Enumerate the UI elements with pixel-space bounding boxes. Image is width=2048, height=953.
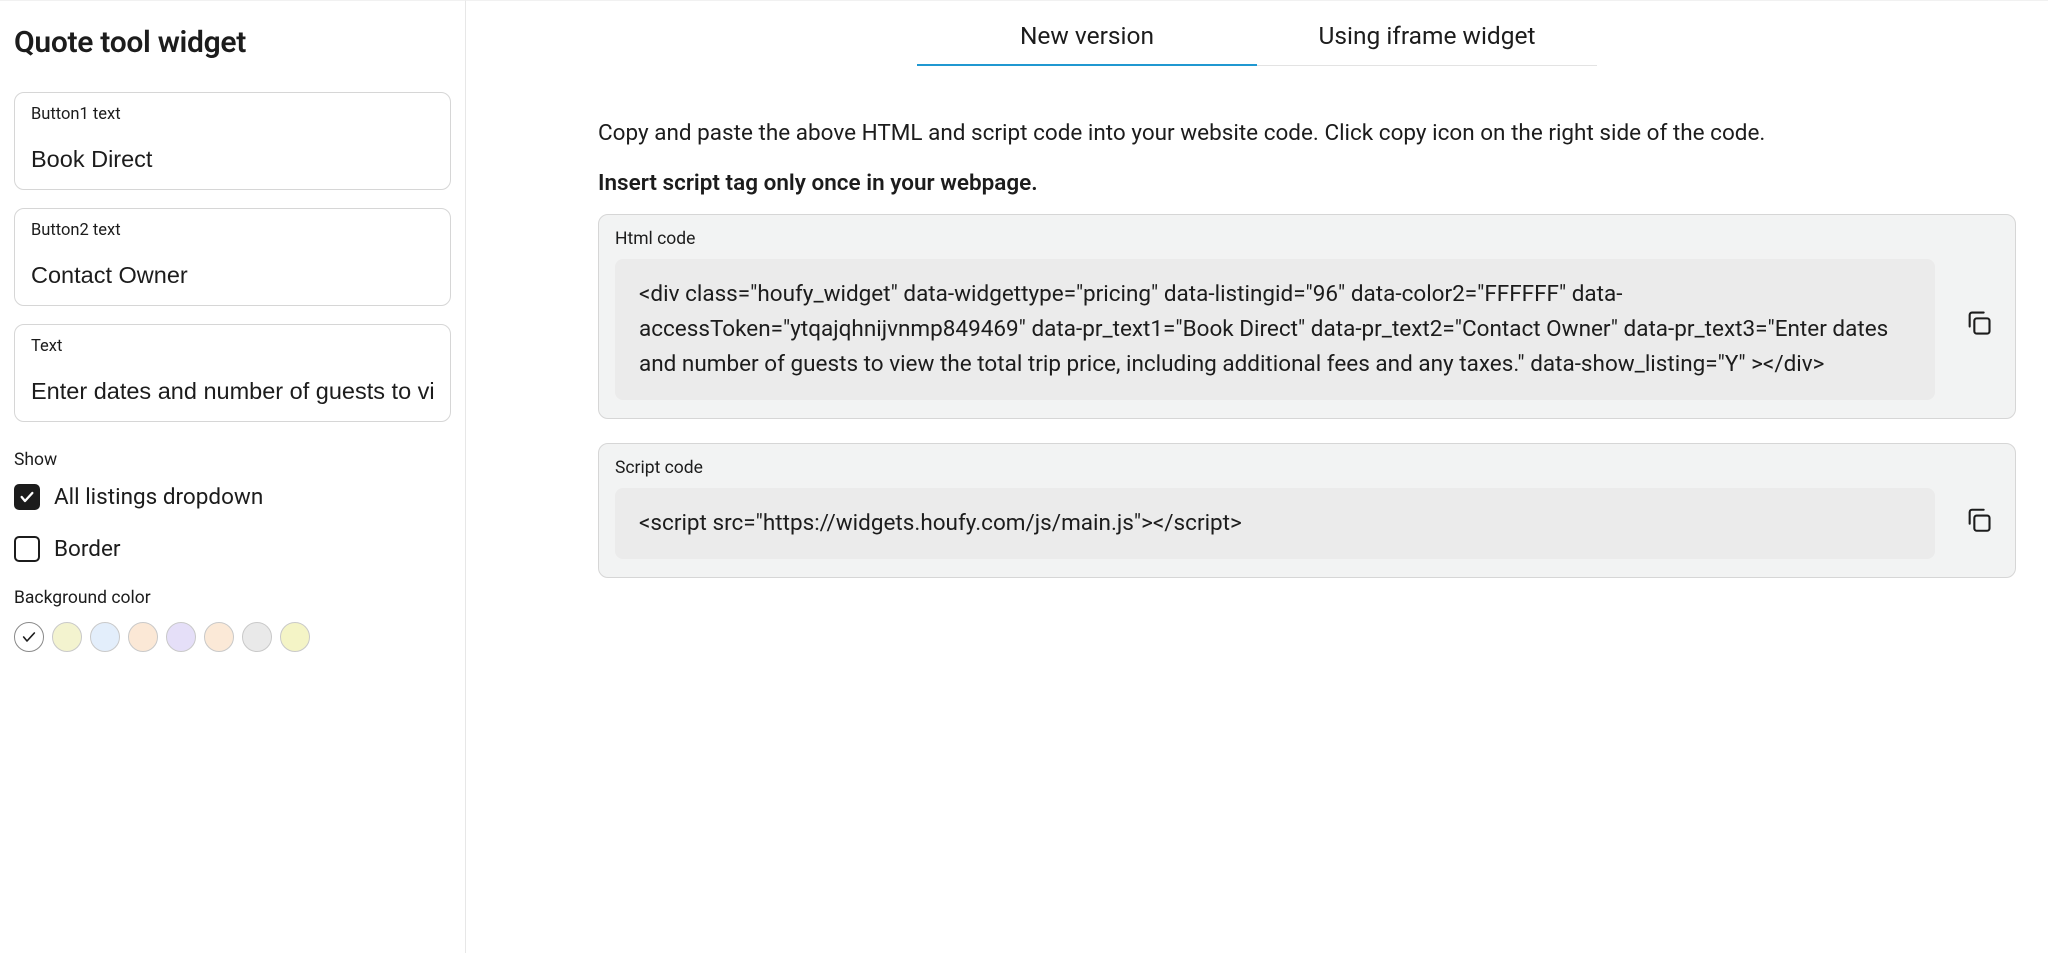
bg-color-label: Background color [14,588,451,608]
copy-icon [1965,506,1993,534]
html-code-label: Html code [615,229,1999,249]
button2-text-group: Button2 text [14,208,451,306]
tab-new-version[interactable]: New version [917,21,1257,66]
check-icon [21,629,37,645]
button2-input[interactable] [31,262,434,289]
color-swatch-0[interactable] [14,622,44,652]
copy-icon [1965,309,1993,337]
button1-input[interactable] [31,146,434,173]
instructions-text: Copy and paste the above HTML and script… [480,120,2034,146]
html-code-card: Html code <div class="houfy_widget" data… [598,214,2016,419]
script-code-box: <script src="https://widgets.houfy.com/j… [615,488,1935,559]
tabs: New versionUsing iframe widget [480,21,2034,66]
border-row: Border [14,536,451,562]
show-label: Show [14,450,451,470]
all-listings-label: All listings dropdown [54,484,263,510]
button1-label: Button1 text [31,105,434,124]
html-code-box: <div class="houfy_widget" data-widgettyp… [615,259,1935,400]
color-swatch-row [14,622,451,652]
text-label: Text [31,337,434,356]
button2-label: Button2 text [31,221,434,240]
copy-html-button[interactable] [1963,307,1995,339]
color-swatch-7[interactable] [280,622,310,652]
script-code-card: Script code <script src="https://widgets… [598,443,2016,578]
color-swatch-4[interactable] [166,622,196,652]
color-swatch-2[interactable] [90,622,120,652]
all-listings-row: All listings dropdown [14,484,451,510]
text-input[interactable] [31,378,434,405]
copy-script-button[interactable] [1963,504,1995,536]
button1-text-group: Button1 text [14,92,451,190]
text-group: Text [14,324,451,422]
script-code-label: Script code [615,458,1999,478]
color-swatch-5[interactable] [204,622,234,652]
color-swatch-6[interactable] [242,622,272,652]
page-title: Quote tool widget [14,25,451,60]
border-label: Border [54,536,121,562]
color-swatch-3[interactable] [128,622,158,652]
tab-using-iframe-widget[interactable]: Using iframe widget [1257,21,1597,66]
all-listings-checkbox[interactable] [14,484,40,510]
border-checkbox[interactable] [14,536,40,562]
instructions-bold-text: Insert script tag only once in your webp… [480,170,2034,196]
color-swatch-1[interactable] [52,622,82,652]
